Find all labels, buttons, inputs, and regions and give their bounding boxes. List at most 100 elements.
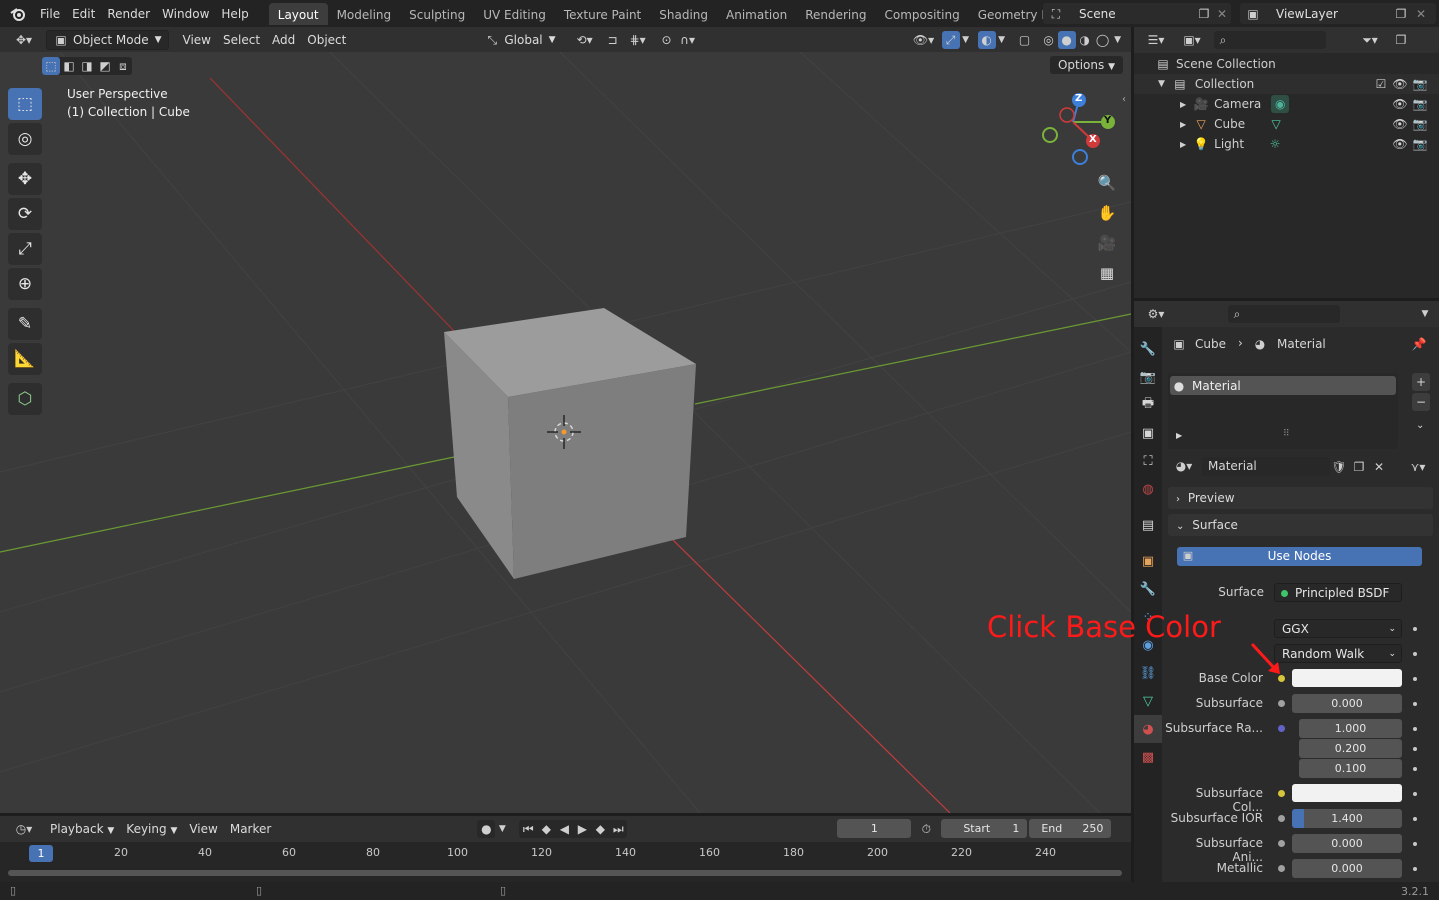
preview-panel-header[interactable]: › Preview	[1168, 487, 1433, 509]
gizmo-toggle-icon[interactable]: ⤢	[941, 30, 960, 49]
vector-socket-icon[interactable]	[1278, 725, 1285, 732]
tab-shading[interactable]: Shading	[650, 3, 717, 25]
solid-shading-icon[interactable]: ●	[1057, 30, 1076, 49]
subsurface-color-swatch[interactable]	[1292, 784, 1402, 802]
eye-icon[interactable]: 👁	[1391, 115, 1409, 133]
playhead[interactable]: 1	[29, 845, 53, 862]
keyframe-dot-icon[interactable]	[1413, 727, 1417, 731]
menu-playback[interactable]: Playback ▼	[44, 819, 120, 839]
outliner-row-collection[interactable]: ▼ ▤ Collection ☑ 👁 📷	[1134, 74, 1439, 94]
distribution-dropdown[interactable]: GGX ⌄	[1274, 619, 1402, 638]
material-slot-list[interactable]: ● Material ▶ ⠿	[1168, 373, 1398, 449]
keyframe-dot-icon[interactable]	[1413, 817, 1417, 821]
keyframe-dot-icon[interactable]	[1413, 652, 1417, 656]
wireframe-shading-icon[interactable]: ◎	[1040, 31, 1058, 49]
expand-arrow-icon[interactable]: ▶	[1176, 431, 1182, 440]
collection-tab-icon[interactable]: ▤	[1134, 511, 1162, 539]
play-reverse-icon[interactable]: ◀	[555, 820, 573, 838]
new-view-layer-icon[interactable]: ❐	[1392, 5, 1410, 23]
menu-keying[interactable]: Keying ▼	[120, 819, 183, 839]
tab-compositing[interactable]: Compositing	[875, 3, 968, 25]
subsurface-radius-z-field[interactable]: 0.100	[1299, 759, 1402, 778]
render-camera-icon[interactable]: 📷	[1411, 115, 1429, 133]
camera-data-icon[interactable]: ◉	[1271, 95, 1290, 113]
visibility-icon[interactable]: 👁▾	[910, 31, 938, 49]
tab-uv-editing[interactable]: UV Editing	[474, 3, 555, 25]
mesh-data-icon[interactable]: ▽	[1267, 115, 1285, 133]
keyframe-dot-icon[interactable]	[1413, 842, 1417, 846]
duplicate-material-icon[interactable]: ❐	[1350, 458, 1368, 476]
rendered-shading-icon[interactable]: ◯	[1094, 31, 1112, 49]
proportional-edit-icon[interactable]: ⊙	[658, 31, 676, 49]
menu-window[interactable]: Window	[156, 3, 215, 25]
current-frame-field[interactable]: 1	[837, 819, 912, 838]
menu-view[interactable]: View	[177, 30, 217, 50]
menu-marker[interactable]: Marker	[224, 819, 277, 839]
preview-range-icon[interactable]: ⏱	[917, 820, 935, 838]
material-shading-icon[interactable]: ◑	[1076, 31, 1094, 49]
display-mode-icon[interactable]: ▣▾	[1178, 31, 1206, 49]
snap-target-icon[interactable]: ⋕▾	[624, 31, 652, 49]
scene-tab-icon[interactable]: ⛶	[1134, 447, 1162, 475]
fake-user-icon[interactable]: 🛡	[1330, 458, 1348, 476]
keyframe-dot-icon[interactable]	[1413, 702, 1417, 706]
subsurface-field[interactable]: 0.000	[1292, 694, 1402, 713]
options-dropdown[interactable]: Options ▼	[1049, 56, 1123, 74]
outliner-editor-type-icon[interactable]: ☰▾	[1142, 31, 1170, 49]
prev-keyframe-icon[interactable]: ◆	[537, 820, 555, 838]
render-tab-icon[interactable]: 📷	[1134, 363, 1162, 391]
outliner-row-camera[interactable]: ▶ 🎥 Camera ◉ 👁 📷	[1134, 94, 1439, 114]
overlay-toggle-icon[interactable]: ◐	[977, 30, 996, 49]
select-invert-icon[interactable]: ◩	[96, 57, 114, 75]
menu-render[interactable]: Render	[101, 3, 156, 25]
outliner-row-light[interactable]: ▶ 💡 Light ☼ 👁 📷	[1134, 134, 1439, 154]
delete-view-layer-icon[interactable]: ✕	[1412, 5, 1430, 23]
chevron-down-icon[interactable]: ▼	[1416, 305, 1434, 323]
select-intersect-icon[interactable]: ⧈	[114, 57, 132, 75]
modifier-tab-icon[interactable]: 🔧	[1134, 575, 1162, 603]
world-tab-icon[interactable]: ◍	[1134, 475, 1162, 503]
subsurface-method-dropdown[interactable]: Random Walk ⌄	[1274, 644, 1402, 663]
add-cube-tool-icon[interactable]: ⬡	[8, 383, 42, 415]
render-camera-icon[interactable]: 📷	[1411, 95, 1429, 113]
expand-arrow-icon[interactable]: ▼	[1158, 79, 1165, 89]
camera-view-icon[interactable]: 🎥	[1094, 230, 1120, 256]
subsurface-anisotropy-field[interactable]: 0.000	[1292, 834, 1402, 853]
subsurface-ior-field[interactable]: 1.400	[1292, 809, 1402, 828]
outliner-row-scene-collection[interactable]: ▤ Scene Collection	[1134, 54, 1439, 74]
start-frame-field[interactable]: Start 1	[941, 819, 1028, 838]
select-subtract-icon[interactable]: ◨	[78, 57, 96, 75]
keyframe-dot-icon[interactable]	[1413, 747, 1417, 751]
menu-add[interactable]: Add	[266, 30, 301, 50]
subsurface-radius-x-field[interactable]: 1.000	[1299, 719, 1402, 738]
next-keyframe-icon[interactable]: ◆	[591, 820, 609, 838]
select-extend-icon[interactable]: ◧	[60, 57, 78, 75]
value-socket-icon[interactable]	[1278, 700, 1285, 707]
remove-slot-button[interactable]: −	[1412, 393, 1430, 411]
expand-arrow-icon[interactable]: ▶	[1180, 140, 1186, 149]
tab-sculpting[interactable]: Sculpting	[400, 3, 474, 25]
new-collection-icon[interactable]: ❐	[1392, 31, 1410, 49]
checkbox-icon[interactable]: ☑	[1372, 75, 1390, 93]
annotate-tool-icon[interactable]: ✎	[8, 308, 42, 340]
material-slot-row[interactable]: ● Material	[1170, 376, 1396, 395]
object-tab-icon[interactable]: ▣	[1134, 547, 1162, 575]
timeline-ruler[interactable]: 1 20 40 60 80 100 120 140 160 180 200 22…	[0, 842, 1131, 882]
blender-logo-icon[interactable]	[8, 4, 28, 24]
rotate-tool-icon[interactable]: ⟳	[8, 198, 42, 230]
keyframe-dot-icon[interactable]	[1413, 677, 1417, 681]
resize-handle-icon[interactable]: ⠿	[1283, 429, 1290, 439]
material-name-field[interactable]: Material	[1202, 457, 1330, 476]
delete-scene-icon[interactable]: ✕	[1213, 5, 1231, 23]
constraints-tab-icon[interactable]: ⛓	[1134, 659, 1162, 687]
shading-dropdown-icon[interactable]: ▼	[1112, 31, 1124, 49]
cube-object[interactable]	[444, 308, 696, 579]
jump-start-icon[interactable]: ⏮	[519, 820, 537, 838]
eye-icon[interactable]: 👁	[1391, 95, 1409, 113]
timeline-editor-type-icon[interactable]: ◷▾	[10, 820, 38, 838]
end-frame-field[interactable]: End 250	[1029, 819, 1112, 838]
perspective-toggle-icon[interactable]: ▦	[1094, 260, 1120, 286]
menu-edit[interactable]: Edit	[66, 3, 101, 25]
view-layer-selector[interactable]: ▣ ViewLayer ❐ ✕	[1240, 3, 1436, 24]
scale-tool-icon[interactable]: ⤢	[8, 233, 42, 265]
